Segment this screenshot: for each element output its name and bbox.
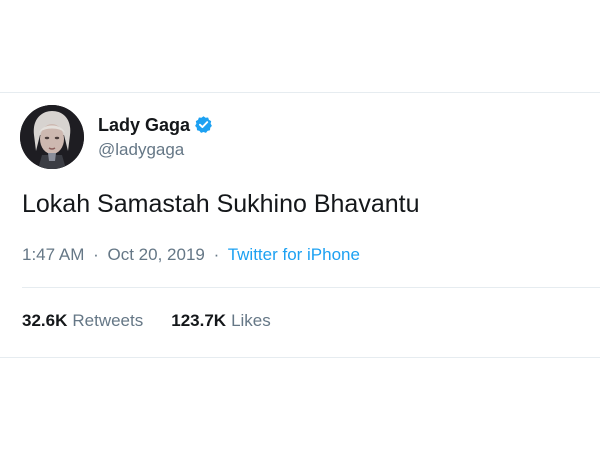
name-row: Lady Gaga (98, 114, 213, 136)
page: Lady Gaga @ladygaga Lokah Samastah Sukhi… (0, 0, 600, 450)
verified-badge-icon (194, 115, 213, 134)
retweets-label: Retweets (72, 311, 144, 330)
tweet-header: Lady Gaga @ladygaga (20, 105, 213, 169)
likes-label: Likes (231, 311, 271, 330)
tweet-card: Lady Gaga @ladygaga Lokah Samastah Sukhi… (0, 92, 600, 358)
stats-divider (22, 287, 600, 288)
tweet-text: Lokah Samastah Sukhino Bhavantu (22, 190, 420, 218)
tweet-time[interactable]: 1:47 AM (22, 245, 84, 264)
tweet-meta: 1:47 AM · Oct 20, 2019 · Twitter for iPh… (22, 245, 360, 265)
name-block: Lady Gaga @ladygaga (98, 114, 213, 161)
likes-count: 123.7K (171, 311, 227, 330)
display-name[interactable]: Lady Gaga (98, 114, 190, 136)
meta-separator: · (213, 245, 220, 264)
retweets-stat[interactable]: 32.6K Retweets (22, 311, 143, 331)
user-handle[interactable]: @ladygaga (98, 139, 213, 161)
tweet-stats: 32.6K Retweets 123.7K Likes (22, 311, 271, 331)
avatar[interactable] (20, 105, 84, 169)
meta-separator: · (93, 245, 99, 264)
tweet-date[interactable]: Oct 20, 2019 (108, 245, 205, 264)
retweets-count: 32.6K (22, 311, 68, 330)
avatar-image (20, 105, 84, 169)
likes-stat[interactable]: 123.7K Likes (171, 311, 271, 331)
tweet-source-link[interactable]: Twitter for iPhone (228, 245, 360, 264)
